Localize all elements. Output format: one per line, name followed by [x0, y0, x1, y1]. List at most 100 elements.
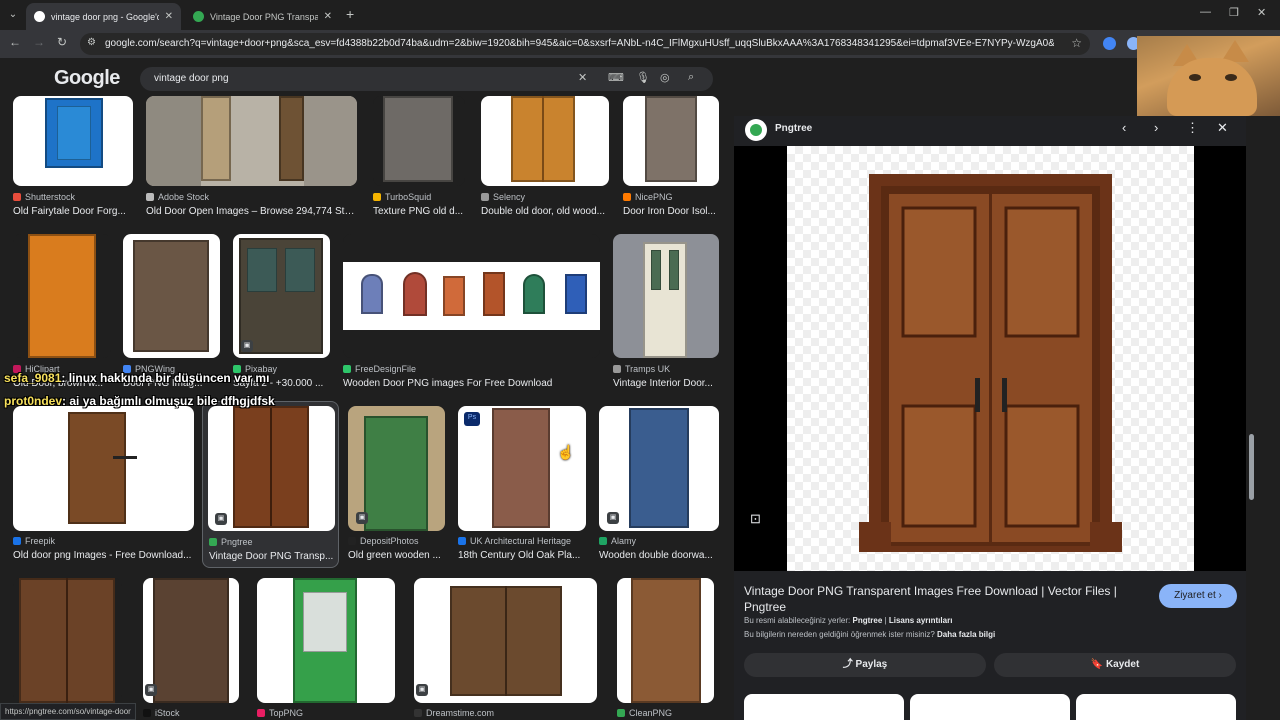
next-icon[interactable]: › — [1154, 120, 1158, 135]
result-thumbnail[interactable] — [13, 234, 111, 358]
panel-scrollbar[interactable] — [1248, 116, 1256, 706]
image-badge-icon: ▣ — [145, 684, 157, 696]
result-title[interactable]: Old green wooden ... — [348, 550, 445, 561]
result-title[interactable]: Vintage Door PNG Transp... — [209, 551, 336, 562]
result-title[interactable]: Vintage Interior Door... — [613, 378, 719, 389]
site-icon — [143, 709, 151, 717]
result-thumbnail[interactable] — [343, 234, 600, 358]
search-box[interactable]: vintage door png ✕ ⌨ 🎙 ◎ ⌕ — [140, 67, 713, 91]
result-source: TurboSquid — [385, 192, 432, 202]
close-panel-icon[interactable]: ✕ — [1217, 120, 1228, 136]
related-image[interactable] — [910, 694, 1070, 720]
save-button[interactable]: 🔖 Kaydet — [994, 653, 1236, 677]
address-bar[interactable]: ⚙ google.com/search?q=vintage+door+png&s… — [80, 33, 1090, 55]
reload-icon[interactable]: ↻ — [57, 35, 67, 49]
result-thumbnail[interactable] — [146, 96, 357, 186]
extension-icon[interactable] — [1103, 37, 1116, 50]
share-button[interactable]: ⤴ Paylaş — [744, 653, 986, 677]
result-thumbnail[interactable] — [617, 578, 714, 703]
close-tab-icon[interactable]: ✕ — [324, 11, 332, 22]
license-details-link[interactable]: Lisans ayrıntıları — [889, 616, 953, 625]
result-title[interactable]: Old Door Open Images – Browse 294,774 St… — [146, 206, 357, 217]
result-source: Dreamstime.com — [426, 708, 495, 718]
minimize-icon[interactable]: — — [1200, 6, 1211, 18]
chat-message: prot0ndev: ai ya bağımlı olmuşuz bile df… — [4, 394, 275, 408]
result-source: Alamy — [611, 536, 637, 546]
image-preview-panel: Pngtree ‹ › ⋮ ✕ ⊡ Vintage Door PNG Trans… — [734, 116, 1246, 720]
site-icon — [373, 193, 381, 201]
preview-title[interactable]: Vintage Door PNG Transparent Images Free… — [744, 583, 1134, 615]
result-source: iStock — [155, 708, 180, 718]
tab-google-search[interactable]: vintage door png - Google'da A ✕ — [26, 3, 181, 30]
site-icon — [623, 193, 631, 201]
result-thumbnail[interactable] — [13, 96, 133, 186]
result-thumbnail[interactable] — [13, 406, 194, 531]
bookmark-star-icon[interactable]: ☆ — [1071, 36, 1082, 50]
image-badge-icon: ▣ — [607, 512, 619, 524]
result-thumbnail[interactable] — [373, 96, 465, 186]
close-window-icon[interactable]: ✕ — [1257, 6, 1266, 19]
more-options-icon[interactable]: ⋮ — [1186, 120, 1199, 136]
chat-text: : ai ya bağımlı olmuşuz bile dfhgjdfsk — [62, 394, 275, 408]
result-thumbnail[interactable] — [143, 578, 239, 703]
related-image[interactable] — [1076, 694, 1236, 720]
site-icon — [414, 709, 422, 717]
site-icon — [343, 365, 351, 373]
result-thumbnail[interactable] — [623, 96, 719, 186]
result-source: TopPNG — [269, 708, 304, 718]
google-lens-icon[interactable]: ⊡ — [750, 511, 761, 527]
share-icon: ⤴ — [842, 659, 853, 670]
result-title[interactable]: 18th Century Old Oak Pla... — [458, 550, 586, 561]
result-title[interactable]: Door Iron Door Isol... — [623, 206, 719, 217]
image-results: Shutterstock Old Fairytale Door Forg... … — [0, 96, 730, 720]
preview-site-name[interactable]: Pngtree — [775, 123, 812, 134]
image-badge-icon: ▣ — [215, 513, 227, 525]
new-tab-icon[interactable]: + — [346, 6, 354, 22]
result-thumbnail[interactable] — [613, 234, 719, 358]
result-thumbnail[interactable] — [208, 406, 335, 531]
info-source: Bu bilgilerin nereden geldiğini öğrenmek… — [744, 630, 996, 639]
search-icon[interactable]: ⌕ — [688, 71, 694, 84]
result-source: UK Architectural Heritage — [470, 536, 572, 546]
clear-icon[interactable]: ✕ — [578, 71, 587, 84]
tab-pngtree[interactable]: Vintage Door PNG Transparent ✕ — [185, 3, 340, 30]
restore-icon[interactable]: ❐ — [1229, 6, 1239, 19]
scrollbar-thumb[interactable] — [1249, 434, 1254, 500]
related-image[interactable] — [744, 694, 904, 720]
result-title[interactable]: Texture PNG old d... — [373, 206, 465, 217]
google-logo[interactable]: Google — [54, 67, 120, 90]
previous-icon[interactable]: ‹ — [1122, 120, 1126, 135]
microphone-icon[interactable]: 🎙 — [636, 71, 650, 84]
site-icon — [617, 709, 625, 717]
result-card-selected[interactable]: ▣ Pngtree Vintage Door PNG Transp... — [202, 401, 339, 568]
preview-image[interactable] — [734, 146, 1246, 571]
result-thumbnail[interactable] — [481, 96, 609, 186]
tab-title: vintage door png - Google'da A — [51, 11, 159, 22]
search-input[interactable]: vintage door png — [154, 73, 229, 84]
result-thumbnail[interactable] — [414, 578, 597, 703]
visit-button[interactable]: Ziyaret et › — [1159, 584, 1237, 608]
site-icon — [209, 538, 217, 546]
image-badge-icon: ▣ — [241, 340, 253, 352]
result-title[interactable]: Wooden double doorwa... — [599, 550, 719, 561]
result-title[interactable]: Wooden Door PNG images For Free Download — [343, 378, 600, 389]
webcam-cat-overlay — [1137, 36, 1280, 116]
result-thumbnail[interactable] — [13, 578, 122, 703]
license-info: Bu resmi alabileceğiniz yerler: Pngtree … — [744, 616, 953, 625]
forward-icon[interactable]: → — [33, 35, 45, 49]
result-thumbnail[interactable] — [257, 578, 395, 703]
tab-search-icon[interactable]: ⌄ — [4, 6, 22, 24]
keyboard-icon[interactable]: ⌨ — [608, 71, 624, 84]
pngtree-logo-icon — [745, 119, 767, 141]
result-title[interactable]: Old door png Images - Free Download... — [13, 550, 194, 561]
site-info-icon[interactable]: ⚙ — [87, 37, 96, 48]
result-title[interactable]: Double old door, old wood... — [481, 206, 609, 217]
lens-icon[interactable]: ◎ — [660, 71, 670, 84]
more-info-link[interactable]: Daha fazla bilgi — [937, 630, 995, 639]
result-title[interactable]: Old Fairytale Door Forg... — [13, 206, 133, 217]
url-text[interactable]: google.com/search?q=vintage+door+png&sca… — [105, 38, 1054, 49]
back-icon[interactable]: ← — [9, 35, 21, 49]
result-thumbnail[interactable] — [123, 234, 220, 358]
status-bar-url: https://pngtree.com/so/vintage-door — [0, 703, 136, 720]
close-tab-icon[interactable]: ✕ — [165, 11, 173, 22]
